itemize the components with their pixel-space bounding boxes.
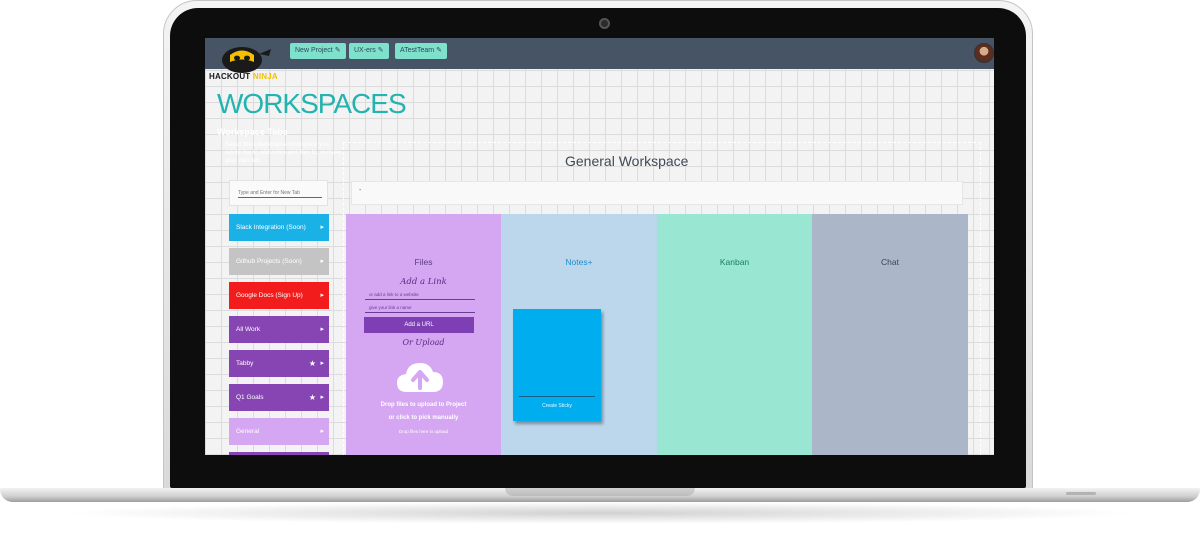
webcam — [599, 18, 610, 29]
laptop-indicator — [1066, 492, 1096, 495]
drop-zone-text[interactable]: Drop files to upload to Project — [346, 402, 501, 408]
pencil-icon: ✎ — [436, 47, 442, 54]
chevron-right-icon: ▸ — [320, 292, 324, 299]
laptop-opening-notch — [505, 488, 695, 496]
pencil-icon: ✎ — [334, 47, 341, 54]
chevron-right-icon: ▸ — [320, 428, 324, 435]
pencil-icon: ✎ — [377, 47, 384, 54]
hackout-ninja-logo[interactable]: HACKOUT NINJA — [209, 40, 281, 81]
cloud-upload-icon[interactable] — [395, 358, 445, 394]
star-icon[interactable]: ★ — [309, 350, 316, 377]
tab-q1-goals[interactable]: Q1 Goals ★ ▸ — [229, 384, 329, 411]
ninja-icon — [222, 47, 271, 73]
chat-title: Chat — [881, 257, 899, 267]
star-icon[interactable]: ★ — [309, 384, 316, 411]
laptop-shadow — [60, 502, 1140, 524]
nav-button-atestteam[interactable]: ATestTeam ✎ — [395, 43, 447, 59]
page-title: WORKSPACES — [217, 88, 407, 119]
user-avatar[interactable] — [974, 43, 994, 63]
new-tab-input[interactable]: Type and Enter for New Tab — [229, 180, 328, 206]
chevron-right-icon: ▸ — [320, 394, 324, 401]
kanban-title: Kanban — [719, 257, 750, 267]
chevron-right-icon: ▸ — [320, 360, 324, 367]
workspace-tabs-heading: Workspace Tabs — [217, 127, 288, 137]
tab-tabby[interactable]: Tabby ★ ▸ — [229, 350, 329, 377]
tab-slack-integration[interactable]: Slack Integration (Soon) ▸ — [229, 214, 329, 241]
files-title: Files — [414, 257, 433, 267]
tab-google-docs[interactable]: Google Docs (Sign Up) ▸ — [229, 282, 329, 309]
link-name-input[interactable]: give your link a name — [365, 305, 475, 313]
tab-github-projects[interactable]: Github Projects (Soon) ▸ — [229, 248, 329, 275]
tab-next[interactable] — [229, 452, 329, 455]
chevron-right-icon: ▸ — [320, 326, 324, 333]
tab-general[interactable]: General ▸ — [229, 418, 329, 445]
chevron-right-icon: ▸ — [320, 224, 324, 231]
create-sticky-button[interactable]: Create Sticky — [513, 403, 601, 409]
nav-button-ux-ers[interactable]: UX-ers ✎ — [349, 43, 389, 59]
workspace-tabs-hint: Select the collaborative workspace you w… — [225, 142, 342, 164]
chat-column: Chat — [812, 214, 968, 455]
nav-button-new-project[interactable]: New Project ✎ — [290, 43, 346, 59]
logo-wordmark: HACKOUT NINJA — [209, 72, 278, 81]
app-screen: HACKOUT NINJA New Project ✎ UX-ers ✎ ATest… — [205, 38, 994, 455]
workspace-description-field[interactable]: - — [351, 181, 963, 205]
sticky-note[interactable]: Create Sticky — [513, 309, 601, 421]
pick-manually-text[interactable]: or click to pick manually — [346, 415, 501, 421]
drop-zone-hint: Drop files here to upload — [398, 429, 449, 434]
notes-title: Notes+ — [565, 257, 593, 267]
files-column: Files Add a Link or add a link to a webs… — [346, 214, 501, 455]
chevron-right-icon: ▸ — [320, 258, 324, 265]
link-url-input[interactable]: or add a link to a website — [365, 292, 475, 300]
add-link-heading: Add a Link — [400, 277, 447, 287]
or-upload-label: Or Upload — [402, 338, 445, 347]
kanban-column: Kanban — [657, 214, 812, 455]
add-url-button[interactable]: Add a URL — [364, 317, 474, 333]
workspace-title: General Workspace — [565, 153, 689, 169]
tab-all-work[interactable]: All Work ▸ — [229, 316, 329, 343]
notes-column: Notes+ Create Sticky — [501, 214, 657, 455]
